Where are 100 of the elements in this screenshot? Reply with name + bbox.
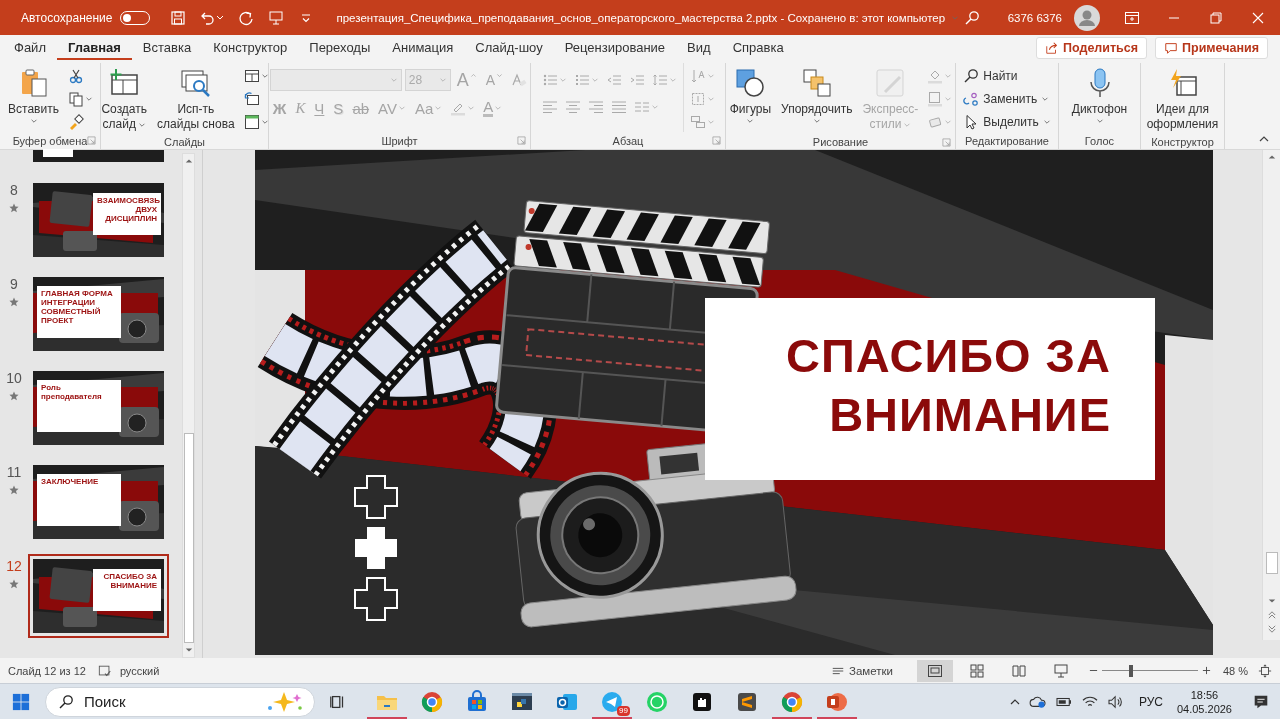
ribbon-tab[interactable]: Рецензирование xyxy=(553,35,677,60)
double-arrow-down-icon[interactable] xyxy=(1267,625,1276,633)
clock-time: 18:56 xyxy=(1190,687,1219,702)
share-button[interactable]: Поделиться xyxy=(1036,36,1148,59)
ribbon-tab[interactable]: Анимация xyxy=(381,35,465,60)
search-icon[interactable] xyxy=(963,9,980,26)
ribbon-tab[interactable]: Главная xyxy=(56,35,132,60)
quick-styles-icon xyxy=(874,67,907,99)
autosave-label: Автосохранение xyxy=(21,10,113,25)
chat-bubble-icon xyxy=(645,689,669,714)
zoom-level[interactable]: 48 % xyxy=(1222,664,1248,677)
layout-icon xyxy=(243,67,260,84)
cloud-icon[interactable] xyxy=(1028,694,1047,709)
slider-thumb[interactable] xyxy=(1128,664,1133,677)
fit-to-window-icon[interactable] xyxy=(1258,663,1272,678)
star-icon xyxy=(9,579,19,589)
align-text-icon xyxy=(689,90,706,107)
slide-number: 10 xyxy=(6,371,22,385)
restore-icon[interactable] xyxy=(1208,9,1224,26)
speaker-icon[interactable] xyxy=(1106,694,1125,709)
slide-thumbnail[interactable] xyxy=(33,150,164,162)
arrow-down-icon[interactable] xyxy=(184,646,193,654)
thumbnail-title: ГЛАВНАЯ ФОРМА ИНТЕГРАЦИИ СОВМЕСТНЫЙ ПРОЕКТ xyxy=(41,289,114,325)
taskbar-app-button[interactable]: 99 xyxy=(592,684,632,719)
star-icon xyxy=(9,485,19,495)
zoom-slider[interactable] xyxy=(1101,663,1198,678)
plus-icon[interactable] xyxy=(1201,666,1211,675)
dialog-launcher-icon[interactable] xyxy=(517,136,526,145)
share-icon xyxy=(1045,40,1060,55)
slide-thumbnail[interactable]: Роль преподавателя xyxy=(28,366,169,450)
ribbon-tab[interactable]: Слайд-шоу xyxy=(464,35,554,60)
align-center-icon xyxy=(564,98,581,115)
wifi-icon[interactable] xyxy=(1080,694,1099,709)
slide-thumbnail[interactable]: СПАСИБО ЗА ВНИМАНИЕ xyxy=(28,554,169,638)
scrollbar-thumb[interactable] xyxy=(183,433,194,643)
designer-button[interactable]: Идеи для оформления xyxy=(1143,65,1222,134)
arrow-down-icon[interactable] xyxy=(1267,597,1276,605)
language-indicator[interactable]: русский xyxy=(119,664,160,677)
copy-icon xyxy=(67,90,84,107)
windows-logo-icon[interactable] xyxy=(12,692,30,711)
clock-date: 04.05.2026 xyxy=(1176,701,1232,716)
dialog-launcher-icon[interactable] xyxy=(712,136,721,145)
replace-icon xyxy=(963,90,980,107)
reuse-slides-button[interactable]: Исп-ть слайды снова xyxy=(154,65,238,134)
arrow-up-icon[interactable] xyxy=(1267,153,1276,161)
ribbon-group-label: Буфер обмена xyxy=(12,134,88,147)
slide-thumbnail[interactable]: ВЗАИМОСВЯЗЬ ДВУХ ДИСЦИПЛИН xyxy=(28,178,169,262)
ribbon-tab[interactable]: Переходы xyxy=(298,35,382,60)
search-input[interactable]: Поиск xyxy=(82,692,256,711)
slide-thumbnail[interactable]: ГЛАВНАЯ ФОРМА ИНТЕГРАЦИИ СОВМЕСТНЫЙ ПРОЕКТ xyxy=(28,272,169,356)
select-button[interactable]: Выделить xyxy=(961,111,1053,132)
scrollbar[interactable] xyxy=(182,153,195,658)
notes-button[interactable]: Заметки xyxy=(830,663,893,678)
thumbnail-title: ЗАКЛЮЧЕНИЕ xyxy=(41,477,100,486)
ribbon-tab[interactable]: Файл xyxy=(3,35,57,60)
notification-badge: 99 xyxy=(617,705,630,716)
plus-icon xyxy=(354,577,398,621)
scissors-icon xyxy=(67,67,84,84)
document-title: презентация_Специфика_преподавания_основ_операторского_мастерства 2.pptx - Сохранено в: этот компьютер xyxy=(336,11,946,24)
shapes-button[interactable]: Фигуры xyxy=(726,65,775,127)
scrollbar[interactable] xyxy=(1262,150,1280,640)
comments-button[interactable]: Примечания xyxy=(1155,36,1268,59)
new-slide-button[interactable]: Создать слайд xyxy=(98,65,151,134)
ribbon-group-label: Шрифт xyxy=(381,134,418,147)
circular-arrow-icon[interactable] xyxy=(238,9,255,26)
caret-up-icon xyxy=(469,72,477,79)
scrollbar-thumb[interactable] xyxy=(1265,552,1278,574)
find-button[interactable]: Найти xyxy=(961,65,1053,86)
grid-icon xyxy=(968,662,985,679)
clock[interactable]: 18:56 04.05.2026 xyxy=(1176,687,1232,716)
thumbnail-title: СПАСИБО ЗА ВНИМАНИЕ xyxy=(102,572,157,590)
accessibility-check-icon[interactable] xyxy=(97,663,112,678)
arrow-up-icon[interactable] xyxy=(184,157,193,165)
ribbon-group-label: Конструктор xyxy=(1151,135,1214,148)
slide-thumbnail[interactable]: ЗАКЛЮЧЕНИЕ xyxy=(28,460,169,544)
ribbon-tab[interactable]: Вид xyxy=(676,35,722,60)
arrange-button[interactable]: Упорядочить xyxy=(778,65,856,127)
slides-magnifier-icon xyxy=(179,67,212,99)
caret-down-icon xyxy=(389,76,398,84)
colored-circle-icon xyxy=(780,689,804,714)
double-arrow-up-icon[interactable] xyxy=(1267,611,1276,619)
ribbon-display-icon[interactable] xyxy=(1124,9,1140,26)
dialog-launcher-icon[interactable] xyxy=(942,138,951,147)
keyboard-language[interactable]: РУС xyxy=(1138,694,1163,709)
align-left-icon xyxy=(541,98,558,115)
normal-view-button[interactable] xyxy=(916,659,953,682)
dialog-launcher-icon[interactable] xyxy=(87,136,96,145)
avatar-icon[interactable] xyxy=(1074,4,1100,31)
caret-down-icon xyxy=(496,72,504,79)
ribbon-tab[interactable]: Справка xyxy=(721,35,795,60)
replace-button[interactable]: Заменить xyxy=(961,88,1053,109)
ribbon-tab[interactable]: Вставка xyxy=(131,35,203,60)
projector-screen-icon xyxy=(1052,662,1069,679)
dictate-button[interactable]: Диктофон xyxy=(1068,65,1131,127)
star-icon xyxy=(9,297,19,307)
projector-screen-icon[interactable] xyxy=(268,9,285,26)
paste-button[interactable]: Вставить xyxy=(5,65,62,127)
caret-down-icon xyxy=(438,76,447,84)
search-bar[interactable]: Поиск xyxy=(45,686,315,717)
ribbon-tab[interactable]: Конструктор xyxy=(202,35,299,60)
